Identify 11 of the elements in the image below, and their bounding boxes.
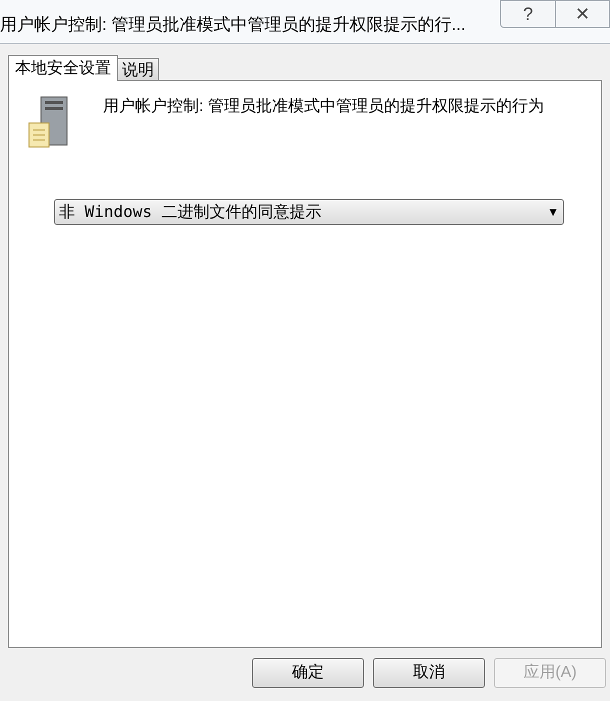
close-button[interactable]: ✕ [556,0,610,28]
window-title: 用户帐户控制: 管理员批准模式中管理员的提升权限提示的行... [0,14,466,36]
dropdown-value: 非 Windows 二进制文件的同意提示 [59,201,322,223]
help-button[interactable]: ? [500,0,556,28]
policy-name: 用户帐户控制: 管理员批准模式中管理员的提升权限提示的行为 [103,97,545,116]
tab[interactable]: 说明 [118,58,159,80]
dropdown-arrow: ▼ [547,204,559,221]
tab[interactable]: 本地安全设置 [8,55,118,81]
dialog-button[interactable]: 取消 [373,658,485,688]
dialog-button[interactable]: 确定 [252,658,364,688]
dropdown[interactable]: 非 Windows 二进制文件的同意提示 ▼ [54,199,564,225]
